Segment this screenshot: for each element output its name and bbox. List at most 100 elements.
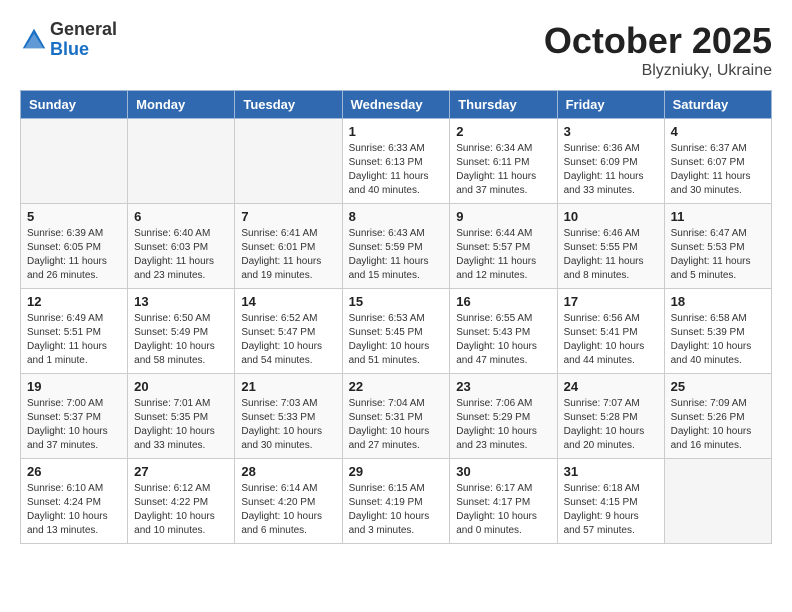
day-info: Sunrise: 6:58 AM Sunset: 5:39 PM Dayligh… (671, 312, 765, 368)
week-row-4: 19Sunrise: 7:00 AM Sunset: 5:37 PM Dayli… (21, 374, 772, 459)
day-number: 14 (241, 294, 335, 309)
day-cell: 3Sunrise: 6:36 AM Sunset: 6:09 PM Daylig… (557, 119, 664, 204)
day-info: Sunrise: 6:10 AM Sunset: 4:24 PM Dayligh… (27, 482, 121, 538)
day-number: 29 (349, 464, 444, 479)
day-info: Sunrise: 6:52 AM Sunset: 5:47 PM Dayligh… (241, 312, 335, 368)
logo-blue-text: Blue (50, 40, 117, 60)
calendar-table: SundayMondayTuesdayWednesdayThursdayFrid… (20, 90, 772, 544)
week-row-3: 12 Sunrise: 6:49 AM Sunset: 5:51 PM Dayli… (21, 289, 772, 374)
day-cell: 11Sunrise: 6:47 AM Sunset: 5:53 PM Dayli… (664, 204, 771, 289)
day-number: 9 (456, 209, 550, 224)
day-info: Sunrise: 6:34 AM Sunset: 6:11 PM Dayligh… (456, 142, 550, 198)
day-number: 21 (241, 379, 335, 394)
day-info: Sunrise: 6:50 AM Sunset: 5:49 PM Dayligh… (134, 312, 228, 368)
day-cell: 29 Sunrise: 6:15 AM Sunset: 4:19 PM Dayli… (342, 459, 450, 544)
day-number: 30 (456, 464, 550, 479)
day-cell: 2 Sunrise: 6:34 AM Sunset: 6:11 PM Daylig… (450, 119, 557, 204)
day-number: 22 (349, 379, 444, 394)
day-number: 4 (671, 124, 765, 139)
day-cell: 8 Sunrise: 6:43 AM Sunset: 5:59 PM Daylig… (342, 204, 450, 289)
day-cell: 19Sunrise: 7:00 AM Sunset: 5:37 PM Dayli… (21, 374, 128, 459)
day-cell: 6Sunrise: 6:40 AM Sunset: 6:03 PM Daylig… (128, 204, 235, 289)
header-saturday: Saturday (664, 91, 771, 119)
day-cell: 21 Sunrise: 7:03 AM Sunset: 5:33 PM Dayli… (235, 374, 342, 459)
day-number: 13 (134, 294, 228, 309)
week-row-5: 26 Sunrise: 6:10 AM Sunset: 4:24 PM Dayli… (21, 459, 772, 544)
day-cell: 16 Sunrise: 6:55 AM Sunset: 5:43 PM Dayli… (450, 289, 557, 374)
day-number: 8 (349, 209, 444, 224)
calendar-title: October 2025 (544, 20, 772, 62)
day-cell: 24 Sunrise: 7:07 AM Sunset: 5:28 PM Dayli… (557, 374, 664, 459)
day-cell: 26 Sunrise: 6:10 AM Sunset: 4:24 PM Dayli… (21, 459, 128, 544)
day-cell: 15Sunrise: 6:53 AM Sunset: 5:45 PM Dayli… (342, 289, 450, 374)
day-cell: 30 Sunrise: 6:17 AM Sunset: 4:17 PM Dayli… (450, 459, 557, 544)
day-info: Sunrise: 6:41 AM Sunset: 6:01 PM Dayligh… (241, 227, 335, 283)
day-info: Sunrise: 6:55 AM Sunset: 5:43 PM Dayligh… (456, 312, 550, 368)
header-wednesday: Wednesday (342, 91, 450, 119)
day-info: Sunrise: 7:00 AM Sunset: 5:37 PM Dayligh… (27, 397, 121, 453)
day-info: Sunrise: 7:06 AM Sunset: 5:29 PM Dayligh… (456, 397, 550, 453)
header-monday: Monday (128, 91, 235, 119)
header-tuesday: Tuesday (235, 91, 342, 119)
day-number: 31 (564, 464, 658, 479)
day-info: Sunrise: 7:09 AM Sunset: 5:26 PM Dayligh… (671, 397, 765, 453)
day-number: 24 (564, 379, 658, 394)
day-info: Sunrise: 6:15 AM Sunset: 4:19 PM Dayligh… (349, 482, 444, 538)
day-info: Sunrise: 6:49 AM Sunset: 5:51 PM Dayligh… (27, 312, 121, 368)
day-info: Sunrise: 6:43 AM Sunset: 5:59 PM Dayligh… (349, 227, 444, 283)
day-cell (21, 119, 128, 204)
day-number: 7 (241, 209, 335, 224)
header-sunday: Sunday (21, 91, 128, 119)
day-number: 23 (456, 379, 550, 394)
day-info: Sunrise: 6:40 AM Sunset: 6:03 PM Dayligh… (134, 227, 228, 283)
day-cell: 25Sunrise: 7:09 AM Sunset: 5:26 PM Dayli… (664, 374, 771, 459)
day-info: Sunrise: 6:44 AM Sunset: 5:57 PM Dayligh… (456, 227, 550, 283)
week-row-1: 1 Sunrise: 6:33 AM Sunset: 6:13 PM Daylig… (21, 119, 772, 204)
day-number: 26 (27, 464, 121, 479)
day-cell: 7 Sunrise: 6:41 AM Sunset: 6:01 PM Daylig… (235, 204, 342, 289)
day-number: 18 (671, 294, 765, 309)
day-info: Sunrise: 7:04 AM Sunset: 5:31 PM Dayligh… (349, 397, 444, 453)
day-info: Sunrise: 6:17 AM Sunset: 4:17 PM Dayligh… (456, 482, 550, 538)
day-info: Sunrise: 6:33 AM Sunset: 6:13 PM Dayligh… (349, 142, 444, 198)
calendar-header-row: SundayMondayTuesdayWednesdayThursdayFrid… (21, 91, 772, 119)
day-info: Sunrise: 7:03 AM Sunset: 5:33 PM Dayligh… (241, 397, 335, 453)
day-number: 10 (564, 209, 658, 224)
day-cell (235, 119, 342, 204)
day-number: 17 (564, 294, 658, 309)
day-info: Sunrise: 6:39 AM Sunset: 6:05 PM Dayligh… (27, 227, 121, 283)
day-info: Sunrise: 6:18 AM Sunset: 4:15 PM Dayligh… (564, 482, 658, 538)
day-cell: 28Sunrise: 6:14 AM Sunset: 4:20 PM Dayli… (235, 459, 342, 544)
day-cell: 17 Sunrise: 6:56 AM Sunset: 5:41 PM Dayli… (557, 289, 664, 374)
day-info: Sunrise: 6:56 AM Sunset: 5:41 PM Dayligh… (564, 312, 658, 368)
day-number: 1 (349, 124, 444, 139)
day-number: 16 (456, 294, 550, 309)
day-info: Sunrise: 7:01 AM Sunset: 5:35 PM Dayligh… (134, 397, 228, 453)
header-thursday: Thursday (450, 91, 557, 119)
day-cell: 13 Sunrise: 6:50 AM Sunset: 5:49 PM Dayli… (128, 289, 235, 374)
day-cell: 10Sunrise: 6:46 AM Sunset: 5:55 PM Dayli… (557, 204, 664, 289)
day-info: Sunrise: 6:12 AM Sunset: 4:22 PM Dayligh… (134, 482, 228, 538)
day-cell: 23 Sunrise: 7:06 AM Sunset: 5:29 PM Dayli… (450, 374, 557, 459)
day-info: Sunrise: 7:07 AM Sunset: 5:28 PM Dayligh… (564, 397, 658, 453)
day-info: Sunrise: 6:53 AM Sunset: 5:45 PM Dayligh… (349, 312, 444, 368)
day-number: 27 (134, 464, 228, 479)
day-info: Sunrise: 6:37 AM Sunset: 6:07 PM Dayligh… (671, 142, 765, 198)
day-cell: 5 Sunrise: 6:39 AM Sunset: 6:05 PM Daylig… (21, 204, 128, 289)
title-block: October 2025 Blyzniuky, Ukraine (544, 20, 772, 80)
day-cell: 27 Sunrise: 6:12 AM Sunset: 4:22 PM Dayli… (128, 459, 235, 544)
day-number: 12 (27, 294, 121, 309)
day-cell: 12 Sunrise: 6:49 AM Sunset: 5:51 PM Dayli… (21, 289, 128, 374)
header-friday: Friday (557, 91, 664, 119)
logo: General Blue (20, 20, 117, 60)
logo-icon (20, 26, 48, 54)
day-number: 11 (671, 209, 765, 224)
day-number: 5 (27, 209, 121, 224)
day-number: 28 (241, 464, 335, 479)
day-cell (664, 459, 771, 544)
day-number: 2 (456, 124, 550, 139)
week-row-2: 5 Sunrise: 6:39 AM Sunset: 6:05 PM Daylig… (21, 204, 772, 289)
day-cell: 4 Sunrise: 6:37 AM Sunset: 6:07 PM Daylig… (664, 119, 771, 204)
day-cell: 31 Sunrise: 6:18 AM Sunset: 4:15 PM Dayli… (557, 459, 664, 544)
logo-general-text: General (50, 20, 117, 40)
